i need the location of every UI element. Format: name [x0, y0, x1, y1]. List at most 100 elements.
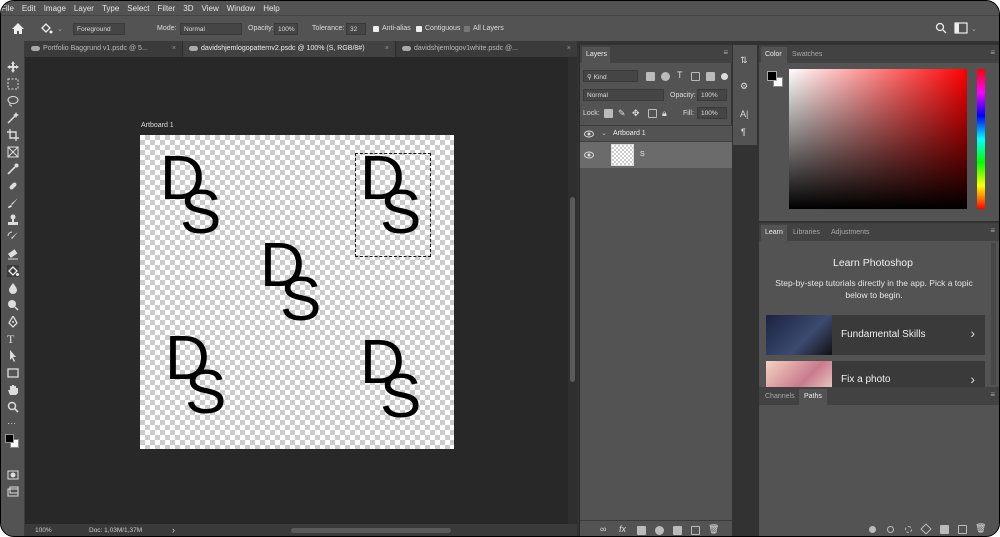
- opacity-input[interactable]: 100%: [274, 23, 298, 35]
- ds-logo[interactable]: D S: [260, 235, 330, 335]
- menu-filter[interactable]: Filter: [158, 4, 176, 13]
- learn-scrollbar[interactable]: [991, 243, 996, 385]
- lock-all-icon[interactable]: 🔒︎: [662, 108, 667, 119]
- tab-davidshjemlogopatternv2[interactable]: davidshjemlogopatternv2.psdc @ 100% (S, …: [183, 41, 395, 57]
- smart-object-filter-icon[interactable]: [706, 72, 715, 81]
- tab-davidshjemlogov1white[interactable]: davidshjemlogov1white.psdc @... ×: [396, 41, 577, 57]
- expand-chevron-icon[interactable]: ⌄: [601, 129, 607, 137]
- properties-panel-icon[interactable]: ⚙: [740, 81, 748, 92]
- adjustment-layer-icon[interactable]: [655, 526, 664, 535]
- tutorial-card-fix-a-photo[interactable]: Fix a photo ›: [766, 361, 985, 387]
- menu-view[interactable]: View: [202, 4, 219, 13]
- healing-brush-tool-icon[interactable]: [7, 180, 19, 192]
- move-tool-icon[interactable]: [7, 61, 19, 73]
- panel-menu-icon[interactable]: ≡: [990, 390, 995, 399]
- pen-tool-icon[interactable]: [7, 314, 19, 328]
- lock-artboard-icon[interactable]: [648, 109, 657, 118]
- close-tab-icon[interactable]: ×: [385, 45, 389, 52]
- menu-file[interactable]: File: [1, 4, 14, 13]
- path-selection-tool-icon[interactable]: [7, 350, 19, 362]
- visibility-eye-icon[interactable]: [584, 130, 594, 138]
- eraser-tool-icon[interactable]: [7, 248, 19, 260]
- layer-thumbnail[interactable]: [611, 144, 634, 166]
- screen-mode-icon[interactable]: [7, 486, 19, 498]
- close-tab-icon[interactable]: ×: [172, 45, 176, 52]
- anti-alias-checkbox[interactable]: [373, 26, 379, 32]
- more-tools-icon[interactable]: ···: [7, 419, 19, 431]
- menu-type[interactable]: Type: [102, 4, 119, 13]
- layer-row-artboard[interactable]: ⌄ Artboard 1: [580, 126, 732, 142]
- paint-bucket-preset-icon[interactable]: [39, 22, 53, 35]
- channels-tab[interactable]: Channels: [765, 393, 795, 400]
- adjustments-tab[interactable]: Adjustments: [831, 229, 870, 236]
- history-brush-tool-icon[interactable]: [7, 231, 19, 243]
- hue-slider[interactable]: [977, 69, 985, 209]
- delete-path-icon[interactable]: 🗑︎: [975, 523, 986, 534]
- all-layers-checkbox[interactable]: [464, 26, 470, 32]
- layer-opacity-input[interactable]: 100%: [697, 89, 727, 101]
- tutorial-card-fundamental-skills[interactable]: Fundamental Skills ›: [766, 315, 985, 355]
- eyedropper-tool-icon[interactable]: [7, 163, 19, 175]
- lock-pixels-icon[interactable]: ✎: [618, 108, 626, 119]
- preset-dropdown-arrow[interactable]: ⌄: [57, 25, 63, 33]
- panel-menu-icon[interactable]: ≡: [990, 48, 995, 57]
- add-mask-icon[interactable]: [637, 526, 646, 535]
- blend-mode-select[interactable]: Normal: [583, 89, 664, 101]
- swatches-tab[interactable]: Swatches: [792, 51, 822, 58]
- layer-filter-select[interactable]: ⚲ Kind: [583, 70, 638, 82]
- paragraph-panel-icon[interactable]: ¶: [741, 127, 746, 137]
- horizontal-scrollbar[interactable]: [291, 528, 451, 533]
- contiguous-checkbox[interactable]: [416, 26, 422, 32]
- scrollbar-thumb[interactable]: [570, 197, 575, 382]
- libraries-tab[interactable]: Libraries: [793, 229, 820, 236]
- delete-layer-icon[interactable]: 🗑︎: [708, 524, 719, 535]
- home-icon[interactable]: [11, 22, 25, 35]
- status-menu-arrow[interactable]: ›: [172, 525, 175, 535]
- menu-3d[interactable]: 3D: [183, 4, 193, 13]
- ds-logo[interactable]: D S: [160, 148, 230, 248]
- close-tab-icon[interactable]: ×: [567, 45, 571, 52]
- artboard-layer-name[interactable]: Artboard 1: [613, 130, 646, 137]
- color-picker-field[interactable]: [789, 69, 967, 209]
- tab-portfolio-baggrund[interactable]: Portfolio Baggrund v1.psdc @ 5... ×: [25, 41, 182, 57]
- link-layers-icon[interactable]: ∞: [600, 524, 606, 534]
- layer-row-s[interactable]: S: [580, 142, 732, 168]
- workspace-dropdown-arrow[interactable]: ⌄: [971, 25, 977, 33]
- menu-layer[interactable]: Layer: [74, 4, 94, 13]
- fill-source-select[interactable]: Foreground: [73, 23, 125, 35]
- zoom-tool-icon[interactable]: [7, 401, 19, 413]
- foreground-color-swatch[interactable]: [5, 434, 14, 443]
- menu-edit[interactable]: Edit: [22, 4, 36, 13]
- load-selection-icon[interactable]: [905, 526, 912, 533]
- history-panel-icon[interactable]: ⇅: [740, 55, 748, 66]
- color-swatches[interactable]: [5, 434, 19, 448]
- lock-transparency-icon[interactable]: [604, 109, 613, 118]
- foreground-color-chip[interactable]: [767, 71, 777, 81]
- crop-tool-icon[interactable]: [7, 129, 19, 141]
- adjustment-filter-icon[interactable]: [661, 72, 670, 81]
- stroke-path-icon[interactable]: [887, 526, 894, 533]
- pixel-filter-icon[interactable]: [646, 72, 655, 81]
- lock-position-icon[interactable]: ✥: [632, 108, 640, 119]
- add-mask-icon[interactable]: [940, 525, 949, 534]
- fill-input[interactable]: 100%: [697, 107, 727, 119]
- mode-select[interactable]: Normal: [180, 23, 242, 35]
- new-group-icon[interactable]: [673, 526, 682, 535]
- new-path-icon[interactable]: [958, 525, 967, 534]
- search-icon[interactable]: [935, 22, 947, 34]
- artboard-label[interactable]: Artboard 1: [141, 122, 174, 129]
- paint-bucket-tool-icon[interactable]: [6, 264, 20, 278]
- hand-tool-icon[interactable]: [7, 384, 19, 396]
- blur-tool-icon[interactable]: [7, 282, 19, 294]
- frame-tool-icon[interactable]: [7, 146, 19, 158]
- panel-menu-icon[interactable]: ≡: [723, 48, 728, 57]
- marquee-tool-icon[interactable]: [7, 78, 19, 90]
- workspace-icon[interactable]: [954, 22, 968, 34]
- brush-tool-icon[interactable]: [7, 197, 19, 209]
- panel-menu-icon[interactable]: ≡: [990, 226, 995, 235]
- menu-window[interactable]: Window: [227, 4, 255, 13]
- new-layer-icon[interactable]: [691, 526, 700, 535]
- rectangle-tool-icon[interactable]: [7, 367, 19, 379]
- type-tool-icon[interactable]: T: [7, 333, 19, 345]
- fill-path-icon[interactable]: [869, 526, 876, 533]
